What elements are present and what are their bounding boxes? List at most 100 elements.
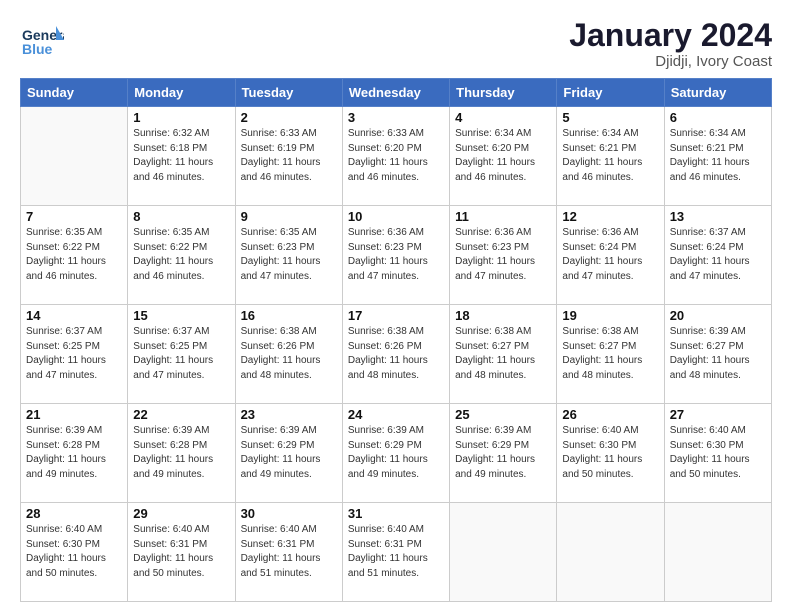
day-info: Sunrise: 6:39 AMSunset: 6:29 PMDaylight:… (455, 424, 551, 482)
day-info: Sunrise: 6:35 AMSunset: 6:22 PMDaylight:… (26, 226, 122, 284)
day-info: Sunrise: 6:33 AMSunset: 6:19 PMDaylight:… (241, 127, 337, 185)
month-title: January 2024 (569, 18, 772, 53)
day-number: 18 (455, 308, 551, 323)
day-number: 4 (455, 110, 551, 125)
day-number: 2 (241, 110, 337, 125)
table-row: 28 Sunrise: 6:40 AMSunset: 6:30 PMDayligh… (21, 503, 128, 602)
table-row (664, 503, 771, 602)
day-info: Sunrise: 6:40 AMSunset: 6:30 PMDaylight:… (26, 523, 122, 581)
day-info: Sunrise: 6:39 AMSunset: 6:28 PMDaylight:… (26, 424, 122, 482)
day-info: Sunrise: 6:39 AMSunset: 6:29 PMDaylight:… (241, 424, 337, 482)
table-row: 18 Sunrise: 6:38 AMSunset: 6:27 PMDayligh… (450, 305, 557, 404)
day-info: Sunrise: 6:38 AMSunset: 6:26 PMDaylight:… (241, 325, 337, 383)
day-number: 1 (133, 110, 229, 125)
day-info: Sunrise: 6:38 AMSunset: 6:27 PMDaylight:… (562, 325, 658, 383)
table-row: 22 Sunrise: 6:39 AMSunset: 6:28 PMDayligh… (128, 404, 235, 503)
day-number: 13 (670, 209, 766, 224)
table-row (557, 503, 664, 602)
logo: General Blue (20, 18, 64, 62)
page: General Blue January 2024 Djidji, Ivory … (0, 0, 792, 612)
day-number: 5 (562, 110, 658, 125)
day-info: Sunrise: 6:35 AMSunset: 6:22 PMDaylight:… (133, 226, 229, 284)
day-info: Sunrise: 6:37 AMSunset: 6:25 PMDaylight:… (133, 325, 229, 383)
day-number: 25 (455, 407, 551, 422)
day-info: Sunrise: 6:40 AMSunset: 6:30 PMDaylight:… (670, 424, 766, 482)
day-number: 7 (26, 209, 122, 224)
table-row: 10 Sunrise: 6:36 AMSunset: 6:23 PMDayligh… (342, 206, 449, 305)
day-info: Sunrise: 6:36 AMSunset: 6:23 PMDaylight:… (455, 226, 551, 284)
table-row: 25 Sunrise: 6:39 AMSunset: 6:29 PMDayligh… (450, 404, 557, 503)
table-row: 14Sunrise: 6:37 AMSunset: 6:25 PMDayligh… (21, 305, 128, 404)
day-number: 12 (562, 209, 658, 224)
day-info: Sunrise: 6:39 AMSunset: 6:28 PMDaylight:… (133, 424, 229, 482)
calendar-week-row: 1 Sunrise: 6:32 AMSunset: 6:18 PMDaylight… (21, 107, 772, 206)
day-info: Sunrise: 6:38 AMSunset: 6:27 PMDaylight:… (455, 325, 551, 383)
day-info: Sunrise: 6:39 AMSunset: 6:27 PMDaylight:… (670, 325, 766, 383)
day-number: 28 (26, 506, 122, 521)
table-row: 6 Sunrise: 6:34 AMSunset: 6:21 PMDaylight… (664, 107, 771, 206)
day-number: 3 (348, 110, 444, 125)
day-number: 17 (348, 308, 444, 323)
day-info: Sunrise: 6:37 AMSunset: 6:24 PMDaylight:… (670, 226, 766, 284)
day-number: 6 (670, 110, 766, 125)
day-info: Sunrise: 6:36 AMSunset: 6:24 PMDaylight:… (562, 226, 658, 284)
day-number: 19 (562, 308, 658, 323)
day-info: Sunrise: 6:40 AMSunset: 6:31 PMDaylight:… (348, 523, 444, 581)
col-monday: Monday (128, 79, 235, 107)
table-row: 19 Sunrise: 6:38 AMSunset: 6:27 PMDayligh… (557, 305, 664, 404)
calendar-week-row: 28 Sunrise: 6:40 AMSunset: 6:30 PMDayligh… (21, 503, 772, 602)
table-row (450, 503, 557, 602)
day-number: 10 (348, 209, 444, 224)
logo-icon: General Blue (20, 18, 64, 62)
col-saturday: Saturday (664, 79, 771, 107)
day-number: 9 (241, 209, 337, 224)
table-row: 13 Sunrise: 6:37 AMSunset: 6:24 PMDayligh… (664, 206, 771, 305)
table-row: 7 Sunrise: 6:35 AMSunset: 6:22 PMDaylight… (21, 206, 128, 305)
day-number: 31 (348, 506, 444, 521)
day-info: Sunrise: 6:36 AMSunset: 6:23 PMDaylight:… (348, 226, 444, 284)
location-subtitle: Djidji, Ivory Coast (569, 53, 772, 70)
table-row: 21 Sunrise: 6:39 AMSunset: 6:28 PMDayligh… (21, 404, 128, 503)
day-number: 26 (562, 407, 658, 422)
day-number: 23 (241, 407, 337, 422)
day-number: 16 (241, 308, 337, 323)
table-row: 29Sunrise: 6:40 AMSunset: 6:31 PMDayligh… (128, 503, 235, 602)
day-number: 11 (455, 209, 551, 224)
calendar-week-row: 14Sunrise: 6:37 AMSunset: 6:25 PMDayligh… (21, 305, 772, 404)
day-info: Sunrise: 6:40 AMSunset: 6:30 PMDaylight:… (562, 424, 658, 482)
day-number: 21 (26, 407, 122, 422)
day-number: 15 (133, 308, 229, 323)
table-row: 30Sunrise: 6:40 AMSunset: 6:31 PMDayligh… (235, 503, 342, 602)
col-friday: Friday (557, 79, 664, 107)
table-row: 27Sunrise: 6:40 AMSunset: 6:30 PMDayligh… (664, 404, 771, 503)
table-row: 2 Sunrise: 6:33 AMSunset: 6:19 PMDaylight… (235, 107, 342, 206)
day-info: Sunrise: 6:38 AMSunset: 6:26 PMDaylight:… (348, 325, 444, 383)
table-row: 15 Sunrise: 6:37 AMSunset: 6:25 PMDayligh… (128, 305, 235, 404)
table-row: 20Sunrise: 6:39 AMSunset: 6:27 PMDayligh… (664, 305, 771, 404)
table-row: 5Sunrise: 6:34 AMSunset: 6:21 PMDaylight… (557, 107, 664, 206)
calendar-header-row: Sunday Monday Tuesday Wednesday Thursday… (21, 79, 772, 107)
col-sunday: Sunday (21, 79, 128, 107)
title-section: January 2024 Djidji, Ivory Coast (569, 18, 772, 70)
table-row: 9Sunrise: 6:35 AMSunset: 6:23 PMDaylight… (235, 206, 342, 305)
table-row: 17 Sunrise: 6:38 AMSunset: 6:26 PMDayligh… (342, 305, 449, 404)
calendar-week-row: 7 Sunrise: 6:35 AMSunset: 6:22 PMDaylight… (21, 206, 772, 305)
table-row: 11 Sunrise: 6:36 AMSunset: 6:23 PMDayligh… (450, 206, 557, 305)
day-info: Sunrise: 6:39 AMSunset: 6:29 PMDaylight:… (348, 424, 444, 482)
col-wednesday: Wednesday (342, 79, 449, 107)
table-row (21, 107, 128, 206)
col-thursday: Thursday (450, 79, 557, 107)
table-row: 24Sunrise: 6:39 AMSunset: 6:29 PMDayligh… (342, 404, 449, 503)
day-info: Sunrise: 6:40 AMSunset: 6:31 PMDaylight:… (241, 523, 337, 581)
day-info: Sunrise: 6:34 AMSunset: 6:21 PMDaylight:… (670, 127, 766, 185)
day-info: Sunrise: 6:33 AMSunset: 6:20 PMDaylight:… (348, 127, 444, 185)
table-row: 3 Sunrise: 6:33 AMSunset: 6:20 PMDaylight… (342, 107, 449, 206)
table-row: 31 Sunrise: 6:40 AMSunset: 6:31 PMDayligh… (342, 503, 449, 602)
day-number: 29 (133, 506, 229, 521)
day-info: Sunrise: 6:32 AMSunset: 6:18 PMDaylight:… (133, 127, 229, 185)
col-tuesday: Tuesday (235, 79, 342, 107)
header: General Blue January 2024 Djidji, Ivory … (20, 18, 772, 70)
table-row: 8Sunrise: 6:35 AMSunset: 6:22 PMDaylight… (128, 206, 235, 305)
svg-text:Blue: Blue (22, 41, 53, 57)
day-number: 22 (133, 407, 229, 422)
